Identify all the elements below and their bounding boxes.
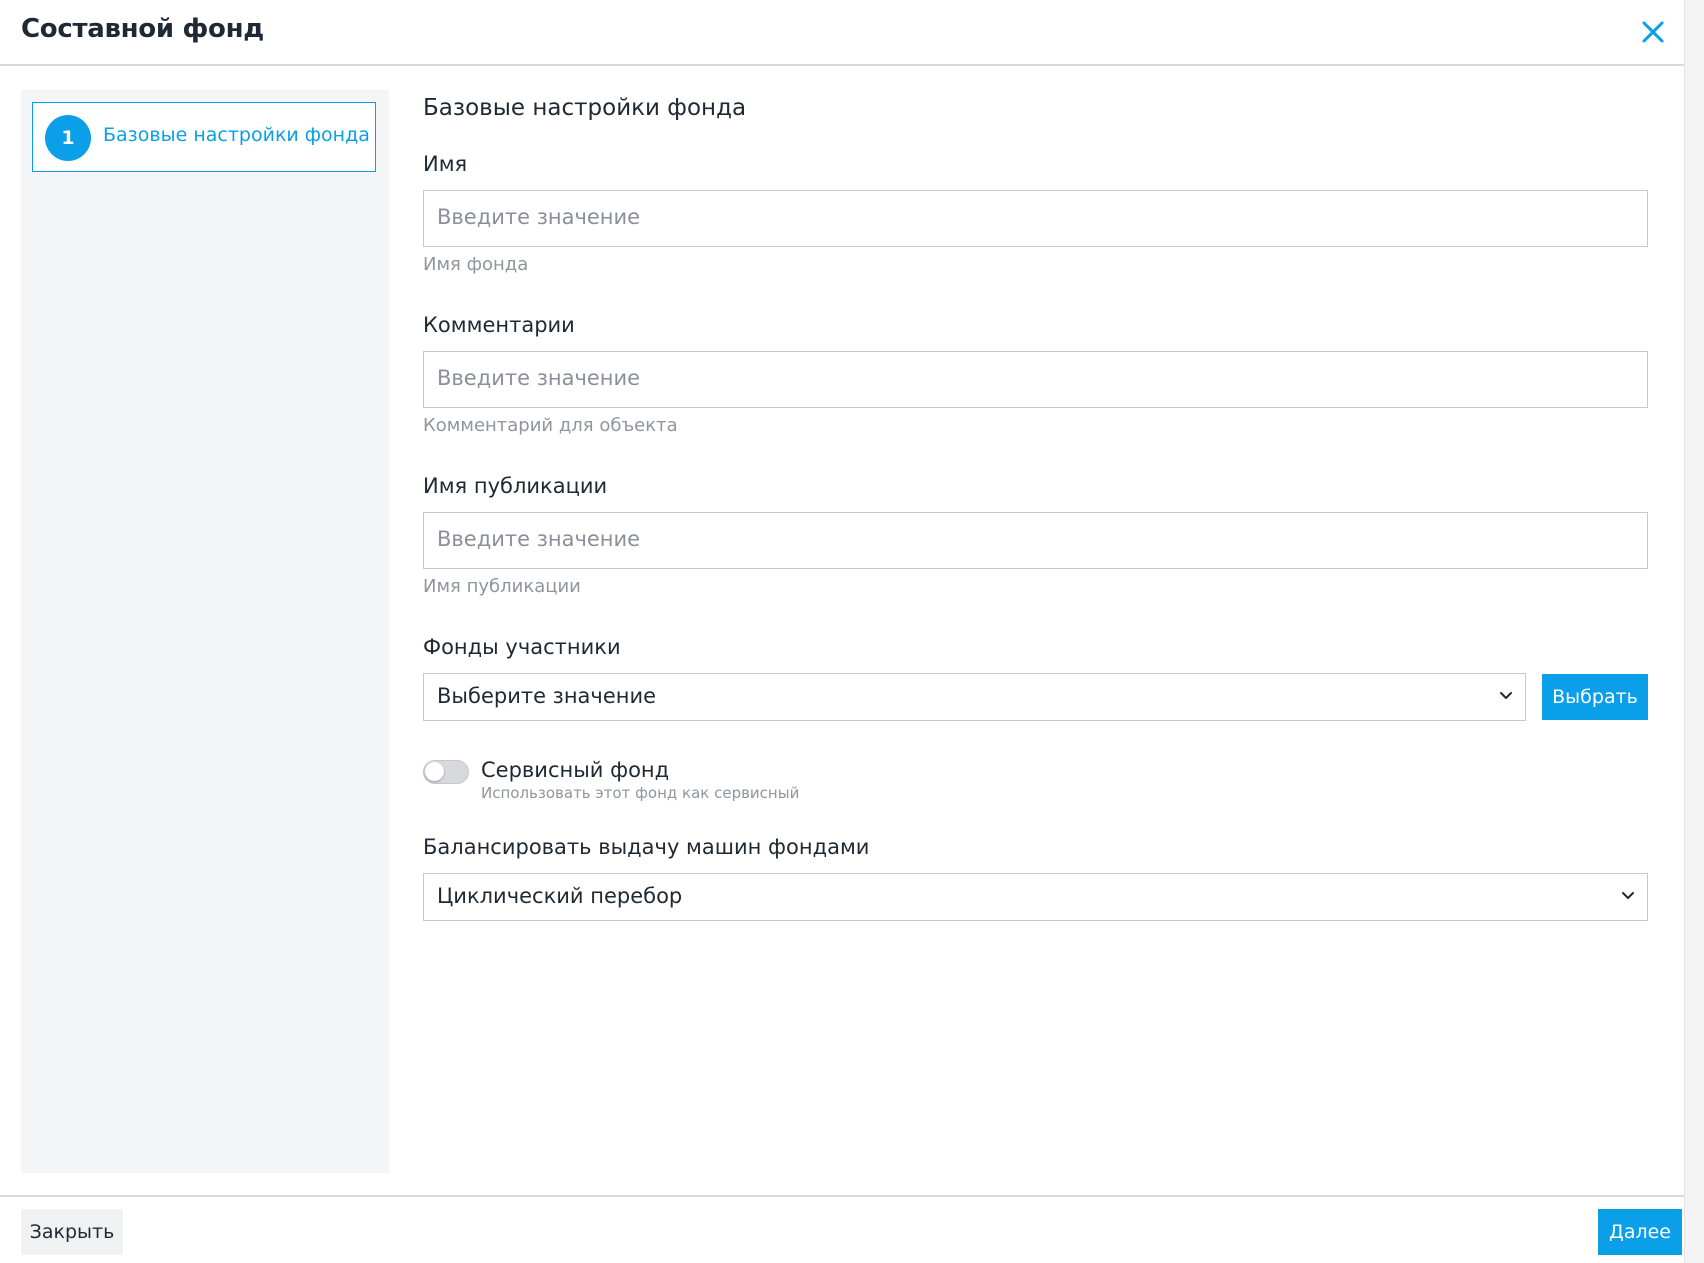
publication-name-hint: Имя публикации	[423, 576, 581, 597]
member-pools-select[interactable]: Выберите значение	[423, 673, 1526, 721]
close-button[interactable]: Закрыть	[21, 1209, 123, 1255]
select-pools-button[interactable]: Выбрать	[1542, 674, 1648, 720]
wizard-step-basic-settings[interactable]: 1 Базовые настройки фонда	[32, 102, 376, 172]
publication-name-input-placeholder: Введите значение	[437, 527, 641, 551]
publication-name-input[interactable]: Введите значение	[423, 512, 1648, 569]
dialog-title: Составной фонд	[21, 14, 264, 44]
step-number-badge: 1	[45, 115, 91, 161]
service-pool-description: Использовать этот фонд как сервисный	[481, 784, 800, 802]
publication-name-label: Имя публикации	[423, 474, 608, 498]
name-input-placeholder: Введите значение	[437, 205, 641, 229]
name-label: Имя	[423, 152, 468, 176]
comments-label: Комментарии	[423, 313, 575, 337]
service-pool-toggle[interactable]	[423, 760, 469, 784]
service-pool-label: Сервисный фонд	[481, 758, 670, 782]
dialog-footer: Закрыть Далее	[0, 1195, 1684, 1263]
dialog-header: Составной фонд	[0, 0, 1684, 66]
name-hint: Имя фонда	[423, 254, 529, 275]
wizard-sidebar: 1 Базовые настройки фонда	[21, 90, 389, 1173]
step-label: Базовые настройки фонда	[103, 124, 370, 146]
close-icon[interactable]	[1638, 14, 1668, 50]
name-input[interactable]: Введите значение	[423, 190, 1648, 247]
member-pools-select-value: Выберите значение	[437, 684, 657, 708]
composite-pool-dialog: Составной фонд 1 Базовые настройки фонда…	[0, 0, 1684, 1263]
comments-input-placeholder: Введите значение	[437, 366, 641, 390]
section-title: Базовые настройки фонда	[423, 95, 747, 121]
chevron-down-icon	[1500, 692, 1512, 699]
close-icon-glyph	[1642, 21, 1664, 43]
scrollbar[interactable]	[1684, 0, 1704, 1263]
chevron-down-icon	[1622, 892, 1634, 899]
balancing-select[interactable]: Циклический перебор	[423, 873, 1648, 921]
balancing-select-value: Циклический перебор	[437, 884, 683, 908]
comments-hint: Комментарий для объекта	[423, 415, 678, 436]
next-button[interactable]: Далее	[1598, 1209, 1682, 1255]
toggle-knob	[425, 762, 444, 781]
comments-input[interactable]: Введите значение	[423, 351, 1648, 408]
member-pools-label: Фонды участники	[423, 635, 621, 659]
balancing-label: Балансировать выдачу машин фондами	[423, 835, 870, 859]
